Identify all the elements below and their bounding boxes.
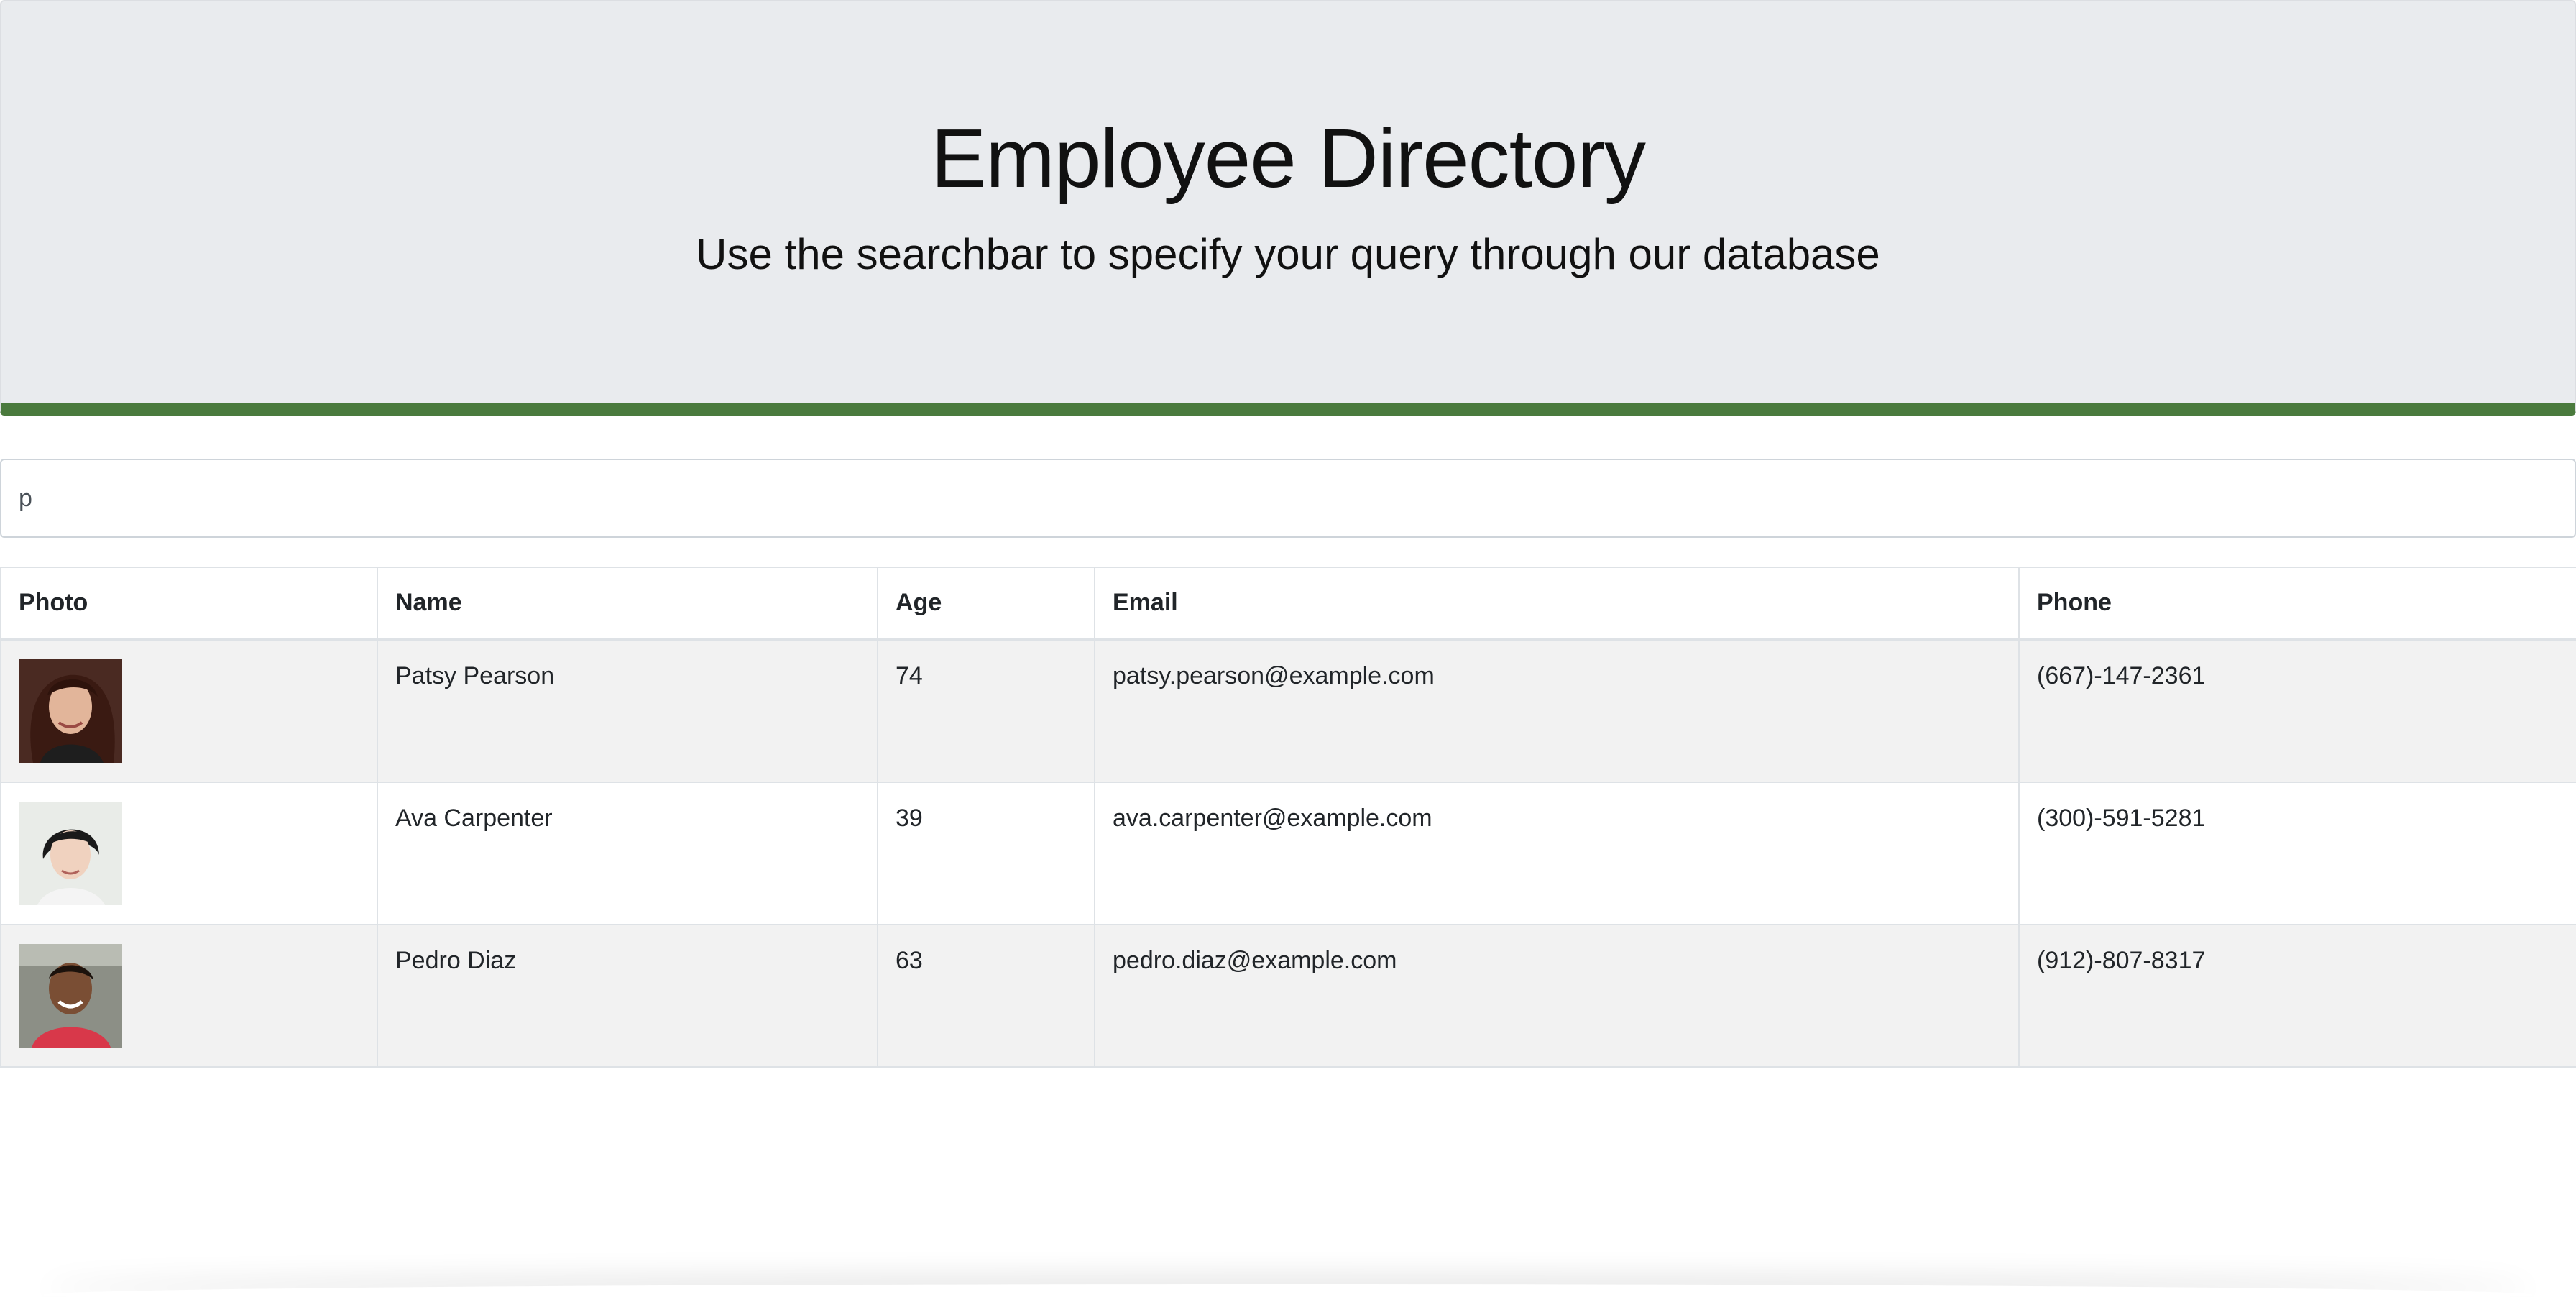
phone-cell: (667)-147-2361 — [2018, 638, 2576, 783]
name-cell: Pedro Diaz — [377, 924, 878, 1068]
age-cell: 74 — [877, 638, 1095, 783]
email-cell: pedro.diaz@example.com — [1094, 924, 2020, 1068]
table-row: Ava Carpenter 39 ava.carpenter@example.c… — [0, 782, 2576, 925]
column-header-name[interactable]: Name — [377, 567, 878, 641]
bottom-shadow — [43, 1284, 2533, 1297]
photo-cell — [0, 638, 378, 783]
phone-cell: (912)-807-8317 — [2018, 924, 2576, 1068]
table-row: Patsy Pearson 74 patsy.pearson@example.c… — [0, 638, 2576, 783]
employee-photo — [19, 944, 122, 1048]
name-cell: Ava Carpenter — [377, 782, 878, 925]
email-cell: ava.carpenter@example.com — [1094, 782, 2020, 925]
phone-cell: (300)-591-5281 — [2018, 782, 2576, 925]
column-header-phone[interactable]: Phone — [2018, 567, 2576, 641]
table-row: Pedro Diaz 63 pedro.diaz@example.com (91… — [0, 924, 2576, 1068]
column-header-age[interactable]: Age — [877, 567, 1095, 641]
page-title: Employee Directory — [930, 111, 1646, 205]
name-cell: Patsy Pearson — [377, 638, 878, 783]
employee-photo — [19, 659, 122, 763]
email-cell: patsy.pearson@example.com — [1094, 638, 2020, 783]
age-cell: 63 — [877, 924, 1095, 1068]
employee-table: Photo Name Age Email Phone Patsy Pearson… — [0, 567, 2576, 1068]
employee-photo — [19, 802, 122, 905]
employee-directory-page: Employee Directory Use the searchbar to … — [0, 0, 2576, 1297]
age-cell: 39 — [877, 782, 1095, 925]
photo-cell — [0, 924, 378, 1068]
header-banner: Employee Directory Use the searchbar to … — [0, 0, 2576, 416]
table-header-row: Photo Name Age Email Phone — [0, 567, 2576, 641]
column-header-photo[interactable]: Photo — [0, 567, 378, 641]
page-subtitle: Use the searchbar to specify your query … — [696, 230, 1880, 278]
column-header-email[interactable]: Email — [1094, 567, 2020, 641]
photo-cell — [0, 782, 378, 925]
search-input[interactable] — [0, 459, 2576, 538]
